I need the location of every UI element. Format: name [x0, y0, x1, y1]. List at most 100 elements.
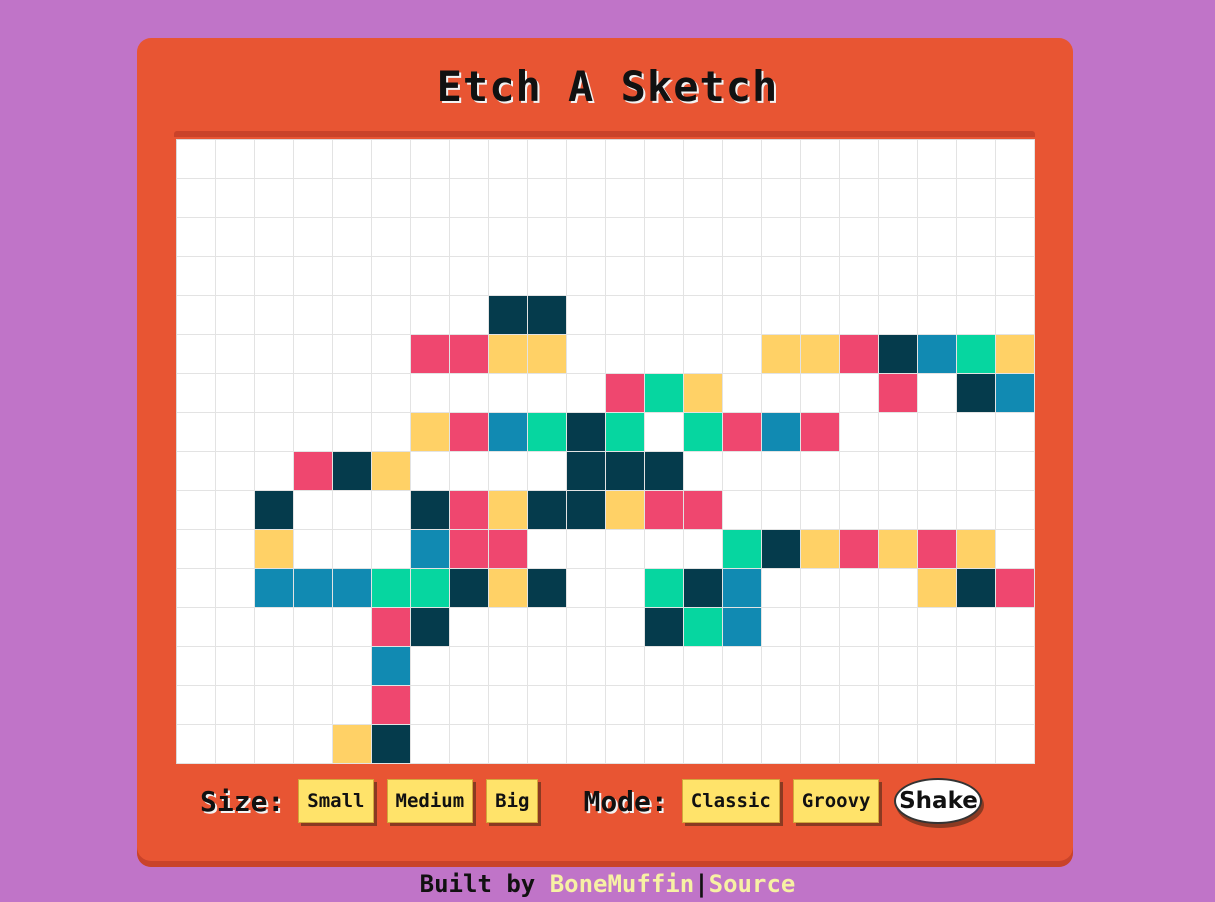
grid-cell-filled[interactable]: [411, 335, 450, 374]
grid-cell-filled[interactable]: [489, 335, 528, 374]
grid-cell[interactable]: [255, 608, 294, 647]
grid-cell[interactable]: [177, 530, 216, 569]
grid-cell[interactable]: [216, 335, 255, 374]
grid-cell[interactable]: [255, 374, 294, 413]
grid-cell-filled[interactable]: [255, 491, 294, 530]
grid-cell[interactable]: [567, 608, 606, 647]
grid-cell[interactable]: [645, 179, 684, 218]
grid-cell[interactable]: [957, 452, 996, 491]
grid-cell[interactable]: [684, 296, 723, 335]
grid-cell[interactable]: [216, 491, 255, 530]
grid-cell-filled[interactable]: [372, 608, 411, 647]
grid-cell[interactable]: [177, 725, 216, 764]
grid-cell[interactable]: [333, 491, 372, 530]
grid-cell-filled[interactable]: [957, 335, 996, 374]
grid-cell-filled[interactable]: [801, 413, 840, 452]
grid-cell[interactable]: [606, 647, 645, 686]
grid-cell[interactable]: [801, 647, 840, 686]
grid-cell[interactable]: [606, 140, 645, 179]
grid-cell[interactable]: [645, 218, 684, 257]
grid-cell[interactable]: [840, 257, 879, 296]
grid-cell[interactable]: [489, 647, 528, 686]
grid-cell[interactable]: [801, 569, 840, 608]
grid-cell[interactable]: [723, 140, 762, 179]
grid-cell-filled[interactable]: [606, 491, 645, 530]
grid-cell-filled[interactable]: [645, 452, 684, 491]
grid-cell[interactable]: [216, 257, 255, 296]
grid-cell[interactable]: [372, 296, 411, 335]
grid-cell[interactable]: [489, 725, 528, 764]
grid-cell-filled[interactable]: [450, 530, 489, 569]
grid-cell[interactable]: [684, 179, 723, 218]
grid-cell[interactable]: [606, 296, 645, 335]
grid-cell[interactable]: [840, 374, 879, 413]
grid-cell[interactable]: [762, 374, 801, 413]
grid-cell[interactable]: [762, 569, 801, 608]
grid-cell[interactable]: [294, 296, 333, 335]
grid-cell-filled[interactable]: [294, 452, 333, 491]
grid-cell-filled[interactable]: [528, 413, 567, 452]
grid-cell[interactable]: [450, 647, 489, 686]
grid-cell[interactable]: [918, 452, 957, 491]
grid-cell[interactable]: [411, 140, 450, 179]
grid-cell[interactable]: [801, 374, 840, 413]
grid-cell[interactable]: [879, 608, 918, 647]
grid-cell[interactable]: [528, 374, 567, 413]
grid-cell[interactable]: [840, 725, 879, 764]
grid-cell[interactable]: [645, 257, 684, 296]
grid-cell[interactable]: [762, 257, 801, 296]
grid-cell-filled[interactable]: [333, 725, 372, 764]
grid-cell[interactable]: [333, 257, 372, 296]
grid-cell[interactable]: [372, 530, 411, 569]
grid-cell-filled[interactable]: [723, 608, 762, 647]
grid-cell[interactable]: [255, 218, 294, 257]
grid-cell[interactable]: [723, 725, 762, 764]
grid-cell-filled[interactable]: [411, 491, 450, 530]
grid-cell[interactable]: [489, 179, 528, 218]
grid-cell[interactable]: [918, 257, 957, 296]
grid-cell[interactable]: [762, 608, 801, 647]
grid-cell[interactable]: [528, 647, 567, 686]
grid-cell-filled[interactable]: [489, 491, 528, 530]
grid-cell-filled[interactable]: [645, 569, 684, 608]
grid-cell[interactable]: [840, 413, 879, 452]
grid-cell[interactable]: [996, 608, 1035, 647]
grid-cell[interactable]: [255, 725, 294, 764]
grid-cell[interactable]: [528, 218, 567, 257]
grid-cell[interactable]: [450, 686, 489, 725]
grid-cell[interactable]: [255, 296, 294, 335]
grid-cell[interactable]: [918, 686, 957, 725]
grid-cell[interactable]: [450, 608, 489, 647]
grid-cell-filled[interactable]: [450, 335, 489, 374]
grid-cell-filled[interactable]: [645, 374, 684, 413]
grid-cell[interactable]: [723, 335, 762, 374]
grid-cell[interactable]: [528, 530, 567, 569]
grid-cell[interactable]: [216, 179, 255, 218]
grid-cell[interactable]: [411, 257, 450, 296]
grid-cell[interactable]: [957, 257, 996, 296]
grid-cell[interactable]: [840, 452, 879, 491]
grid-cell[interactable]: [606, 218, 645, 257]
grid-cell[interactable]: [255, 179, 294, 218]
grid-cell-filled[interactable]: [411, 530, 450, 569]
grid-cell[interactable]: [489, 374, 528, 413]
grid-cell[interactable]: [918, 413, 957, 452]
grid-cell[interactable]: [294, 179, 333, 218]
grid-cell-filled[interactable]: [372, 452, 411, 491]
grid-cell[interactable]: [918, 296, 957, 335]
grid-cell[interactable]: [333, 296, 372, 335]
grid-cell[interactable]: [996, 140, 1035, 179]
grid-cell-filled[interactable]: [684, 374, 723, 413]
grid-cell-filled[interactable]: [879, 530, 918, 569]
grid-cell[interactable]: [216, 140, 255, 179]
grid-cell[interactable]: [762, 179, 801, 218]
grid-cell[interactable]: [216, 374, 255, 413]
grid-cell[interactable]: [528, 452, 567, 491]
size-medium-button[interactable]: Medium: [386, 779, 474, 823]
grid-cell[interactable]: [957, 218, 996, 257]
grid-cell[interactable]: [333, 647, 372, 686]
grid-cell[interactable]: [294, 218, 333, 257]
grid-cell[interactable]: [645, 296, 684, 335]
grid-cell[interactable]: [177, 491, 216, 530]
grid-cell[interactable]: [333, 686, 372, 725]
